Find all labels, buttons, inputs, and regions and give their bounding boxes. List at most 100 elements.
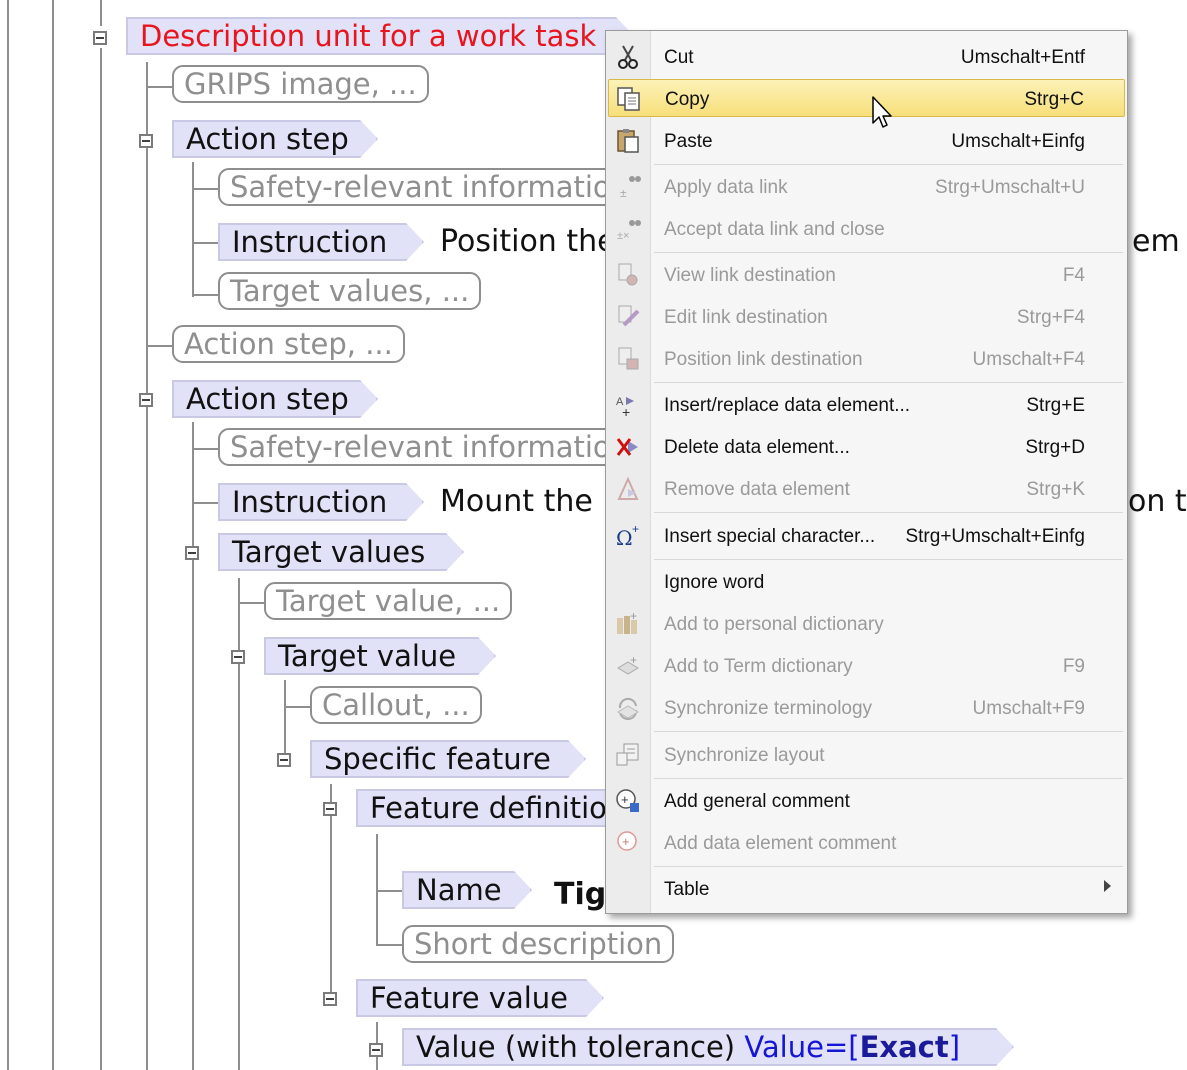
action-step-placeholder[interactable]: Action step, ... bbox=[172, 325, 405, 363]
target-values-placeholder[interactable]: Target values, ... bbox=[218, 272, 482, 310]
menu-item-apply-data-link[interactable]: ± Apply data link Strg+Umschalt+U bbox=[608, 168, 1125, 206]
menu-item-label: Insert special character... bbox=[664, 526, 876, 547]
menu-item-add-element-comment[interactable]: + Add data element comment bbox=[608, 824, 1125, 862]
collapse-toggle-icon[interactable] bbox=[139, 134, 153, 148]
menu-item-add-general-comment[interactable]: + Add general comment bbox=[608, 782, 1125, 820]
action-step-element[interactable]: Action step bbox=[172, 120, 378, 158]
view-link-icon bbox=[618, 263, 638, 286]
menu-item-shortcut: Strg+K bbox=[1026, 479, 1085, 500]
specific-feature-element[interactable]: Specific feature bbox=[310, 740, 586, 778]
element-comment-icon: + bbox=[617, 831, 637, 851]
menu-item-shortcut: Umschalt+Einfg bbox=[951, 131, 1085, 152]
tree-connector bbox=[376, 944, 402, 946]
collapse-toggle-icon[interactable] bbox=[323, 992, 337, 1006]
menu-item-synchronize-terminology[interactable]: Synchronize terminology Umschalt+F9 bbox=[608, 689, 1125, 727]
instruction-element[interactable]: Instruction bbox=[218, 483, 424, 521]
collapse-toggle-icon[interactable] bbox=[277, 753, 291, 767]
grips-image-placeholder[interactable]: GRIPS image, ... bbox=[172, 65, 429, 103]
menu-item-remove-element[interactable]: Remove data element Strg+K bbox=[608, 470, 1125, 508]
instruction-text[interactable]: Position the bbox=[440, 223, 616, 261]
collapse-toggle-icon[interactable] bbox=[323, 802, 337, 816]
menu-item-insert-replace[interactable]: A + Insert/replace data element... Strg+… bbox=[608, 386, 1125, 424]
menu-item-delete-element[interactable]: Delete data element... Strg+D bbox=[608, 428, 1125, 466]
svg-text:+: + bbox=[630, 610, 637, 623]
tree-connector bbox=[146, 345, 172, 347]
menu-separator bbox=[654, 164, 1123, 165]
collapse-toggle-icon[interactable] bbox=[185, 546, 199, 560]
tree-connector bbox=[376, 890, 402, 892]
collapse-toggle-icon[interactable] bbox=[93, 31, 107, 45]
collapse-toggle-icon[interactable] bbox=[231, 650, 245, 664]
dictionary-icon: + bbox=[617, 610, 637, 634]
scissors-icon bbox=[618, 45, 638, 69]
context-menu: Cut Umschalt+Entf Copy Strg+C Paste Umsc… bbox=[605, 30, 1128, 914]
menu-item-cut[interactable]: Cut Umschalt+Entf bbox=[608, 38, 1125, 76]
menu-item-label: Paste bbox=[664, 131, 713, 152]
collapse-toggle-icon[interactable] bbox=[369, 1043, 383, 1057]
menu-item-label: Cut bbox=[664, 47, 694, 68]
menu-item-shortcut: Umschalt+F9 bbox=[972, 698, 1085, 719]
instruction-text-tail[interactable]: on t bbox=[1128, 483, 1187, 521]
menu-item-ignore-word[interactable]: Ignore word bbox=[608, 563, 1125, 601]
instruction-text-tail[interactable]: em bbox=[1132, 223, 1180, 261]
tree-connector bbox=[284, 680, 286, 760]
tree-connector bbox=[192, 162, 194, 297]
menu-item-synchronize-layout[interactable]: Synchronize layout bbox=[608, 736, 1125, 774]
menu-item-add-term-dictionary[interactable]: + Add to Term dictionary F9 bbox=[608, 647, 1125, 685]
collapse-toggle-icon[interactable] bbox=[139, 393, 153, 407]
menu-item-paste[interactable]: Paste Umschalt+Einfg bbox=[608, 122, 1125, 160]
menu-item-copy[interactable]: Copy Strg+C bbox=[608, 79, 1125, 117]
tree-connector bbox=[238, 602, 264, 604]
menu-item-label: Copy bbox=[665, 89, 710, 110]
short-description-placeholder[interactable]: Short description bbox=[402, 925, 675, 963]
menu-separator bbox=[654, 866, 1123, 867]
menu-item-label: Remove data element bbox=[664, 479, 850, 500]
callout-placeholder[interactable]: Callout, ... bbox=[310, 686, 482, 724]
position-link-icon bbox=[618, 347, 639, 370]
menu-separator bbox=[654, 382, 1123, 383]
instruction-text[interactable]: Mount the bbox=[440, 483, 593, 521]
edit-link-icon bbox=[618, 305, 640, 327]
term-dictionary-icon: + bbox=[617, 653, 639, 675]
menu-item-shortcut: Strg+F4 bbox=[1016, 307, 1085, 328]
attribute-value[interactable]: Exact bbox=[860, 1030, 949, 1064]
menu-item-shortcut: Umschalt+Entf bbox=[960, 47, 1085, 68]
sync-terminology-icon bbox=[617, 697, 639, 721]
menu-item-add-personal-dictionary[interactable]: + Add to personal dictionary bbox=[608, 605, 1125, 643]
attribute-bracket-open: [ bbox=[848, 1030, 860, 1064]
tree-connector bbox=[146, 86, 172, 88]
general-comment-icon: + bbox=[616, 789, 639, 812]
menu-item-label: Edit link destination bbox=[664, 307, 828, 328]
name-element[interactable]: Name bbox=[402, 871, 532, 909]
menu-item-accept-data-link[interactable]: ±× Accept data link and close bbox=[608, 210, 1125, 248]
value-tolerance-element[interactable]: Value (with tolerance) Value=[Exact] bbox=[402, 1028, 1014, 1066]
menu-item-view-link[interactable]: View link destination F4 bbox=[608, 256, 1125, 294]
menu-separator bbox=[654, 252, 1123, 253]
svg-text:+: + bbox=[630, 653, 637, 667]
target-values-element[interactable]: Target values bbox=[218, 533, 464, 571]
tree-connector bbox=[330, 784, 332, 1000]
target-value-placeholder[interactable]: Target value, ... bbox=[264, 582, 513, 620]
menu-item-label: Position link destination bbox=[664, 349, 863, 370]
menu-item-edit-link[interactable]: Edit link destination Strg+F4 bbox=[608, 298, 1125, 336]
action-step-element[interactable]: Action step bbox=[172, 380, 378, 418]
svg-text:+: + bbox=[622, 834, 630, 849]
root-element[interactable]: Description unit for a work task bbox=[126, 17, 634, 55]
menu-item-label: Delete data element... bbox=[664, 437, 850, 458]
paste-icon bbox=[617, 129, 639, 153]
feature-value-element[interactable]: Feature value bbox=[356, 979, 604, 1017]
instruction-element[interactable]: Instruction bbox=[218, 223, 424, 261]
menu-item-position-link[interactable]: Position link destination Umschalt+F4 bbox=[608, 340, 1125, 378]
menu-item-shortcut: Strg+E bbox=[1026, 395, 1085, 416]
copy-icon bbox=[617, 87, 640, 111]
menu-item-label: Table bbox=[664, 879, 710, 900]
tree-connector bbox=[100, 48, 102, 1070]
name-text[interactable]: Tig bbox=[554, 876, 606, 914]
accept-link-icon: ±× bbox=[617, 220, 641, 242]
menu-item-insert-special-character[interactable]: Ω + Insert special character... Strg+Ums… bbox=[608, 517, 1125, 555]
menu-item-table[interactable]: Table bbox=[608, 870, 1125, 908]
submenu-arrow-icon bbox=[1104, 880, 1111, 892]
menu-item-label: Add data element comment bbox=[664, 833, 897, 854]
target-value-element[interactable]: Target value bbox=[264, 637, 496, 675]
menu-item-shortcut: Strg+Umschalt+Einfg bbox=[905, 526, 1085, 547]
